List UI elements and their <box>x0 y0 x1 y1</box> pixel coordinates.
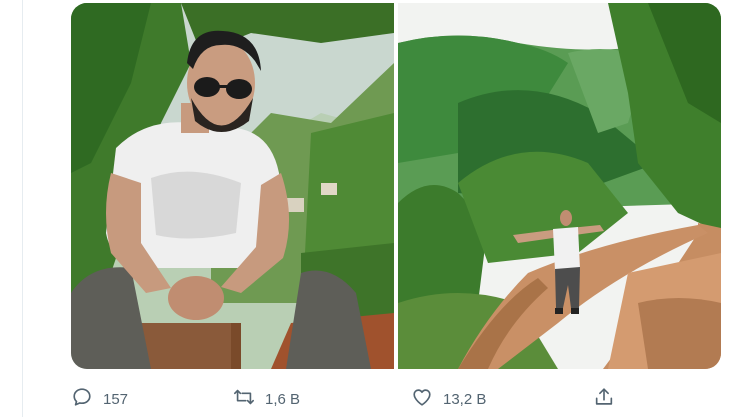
tweet-media-grid <box>71 3 721 369</box>
photo-man-sitting-image <box>71 3 394 369</box>
like-button[interactable]: 13,2 B <box>411 383 486 415</box>
share-icon <box>593 386 615 412</box>
retweet-count: 1,6 B <box>265 390 301 408</box>
tweet-photo-1[interactable] <box>71 3 394 369</box>
retweet-button[interactable]: 1,6 B <box>233 383 300 415</box>
reply-count: 157 <box>103 390 129 408</box>
like-count: 13,2 B <box>443 390 487 408</box>
retweet-icon <box>233 386 255 412</box>
timeline-divider <box>22 0 23 417</box>
reply-icon <box>71 386 93 412</box>
reply-button[interactable]: 157 <box>71 383 128 415</box>
tweet-action-bar: 157 1,6 B 13,2 B <box>71 383 651 415</box>
like-icon <box>411 386 433 412</box>
tweet-photo-2[interactable] <box>398 3 721 369</box>
photo-man-on-path-image <box>398 3 721 369</box>
share-button[interactable] <box>593 383 615 415</box>
